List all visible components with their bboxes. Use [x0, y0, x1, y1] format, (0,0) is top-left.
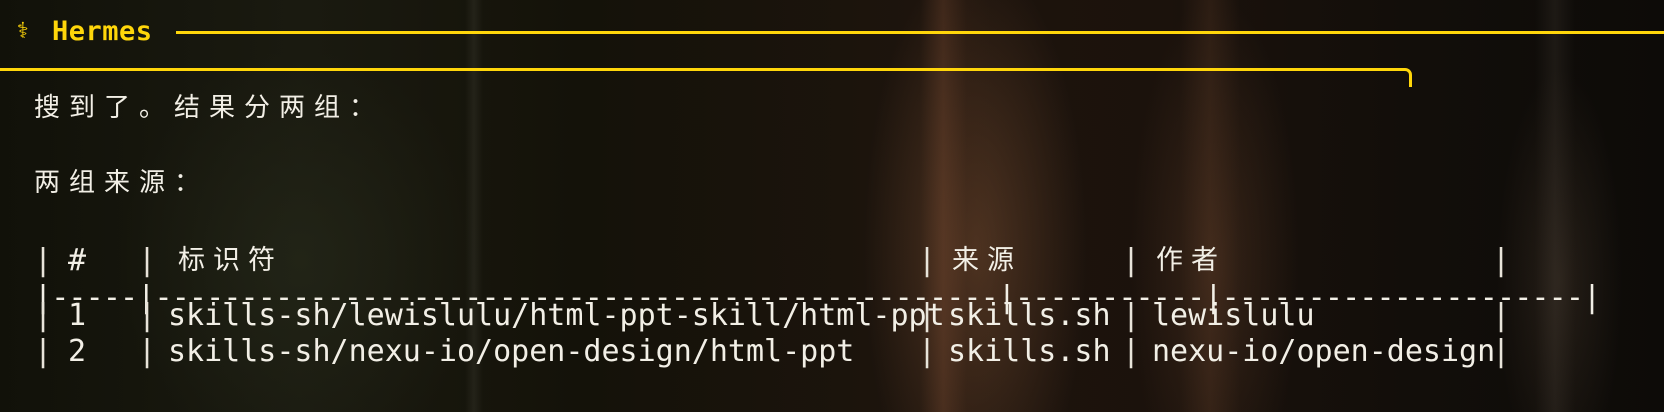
table-cell: nexu-io/open-design — [1152, 334, 1496, 369]
response-frame-border — [0, 68, 1407, 71]
table-pipe: | — [918, 298, 937, 333]
table-row: | 1 | skills-sh/lewislulu/html-ppt-skill… — [34, 298, 1634, 334]
caduceus-icon: ⚕ — [16, 19, 30, 44]
message-line: 搜到了。结果分两组： — [34, 93, 385, 123]
table-pipe: | — [918, 334, 937, 369]
response-header: ⚕ Hermes — [0, 12, 1664, 52]
table-row: | 2 | skills-sh/nexu-io/open-design/html… — [34, 334, 1634, 370]
table-pipe: | — [918, 243, 937, 278]
table-pipe: | — [1122, 334, 1141, 369]
table-cell: skills.sh — [948, 298, 1111, 333]
table-cell: skills.sh — [948, 334, 1111, 369]
table-pipe: | — [138, 298, 157, 333]
app-title: Hermes — [52, 16, 153, 47]
header-rule — [176, 31, 1664, 34]
table-pipe: | — [1122, 298, 1141, 333]
table-pipe: | — [138, 334, 157, 369]
table-pipe: | — [1492, 298, 1511, 333]
table-pipe: | — [34, 243, 53, 278]
table-cell: skills-sh/nexu-io/open-design/html-ppt — [168, 334, 855, 369]
message-line: 两组来源： — [34, 168, 210, 198]
table-header-cell: 标识符 — [178, 245, 283, 276]
table-pipe: | — [34, 298, 53, 333]
table-cell: 2 — [68, 334, 87, 369]
table-header-cell: 来源 — [952, 245, 1022, 276]
response-frame-corner — [1404, 68, 1412, 87]
table-pipe: | — [1122, 243, 1141, 278]
table-header-cell: 作者 — [1156, 245, 1226, 276]
table-cell: 1 — [68, 298, 87, 333]
table-cell: skills-sh/lewislulu/html-ppt-skill/html-… — [168, 298, 945, 333]
table-pipe: | — [34, 334, 53, 369]
table-pipe: | — [1492, 334, 1511, 369]
table-cell: lewislulu — [1152, 298, 1315, 333]
table-header-cell: # — [68, 243, 87, 278]
table-header-row: | # | 标识符 | 来源 | 作者 | — [34, 243, 1634, 279]
table-pipe: | — [138, 243, 157, 278]
table-pipe: | — [1492, 243, 1511, 278]
